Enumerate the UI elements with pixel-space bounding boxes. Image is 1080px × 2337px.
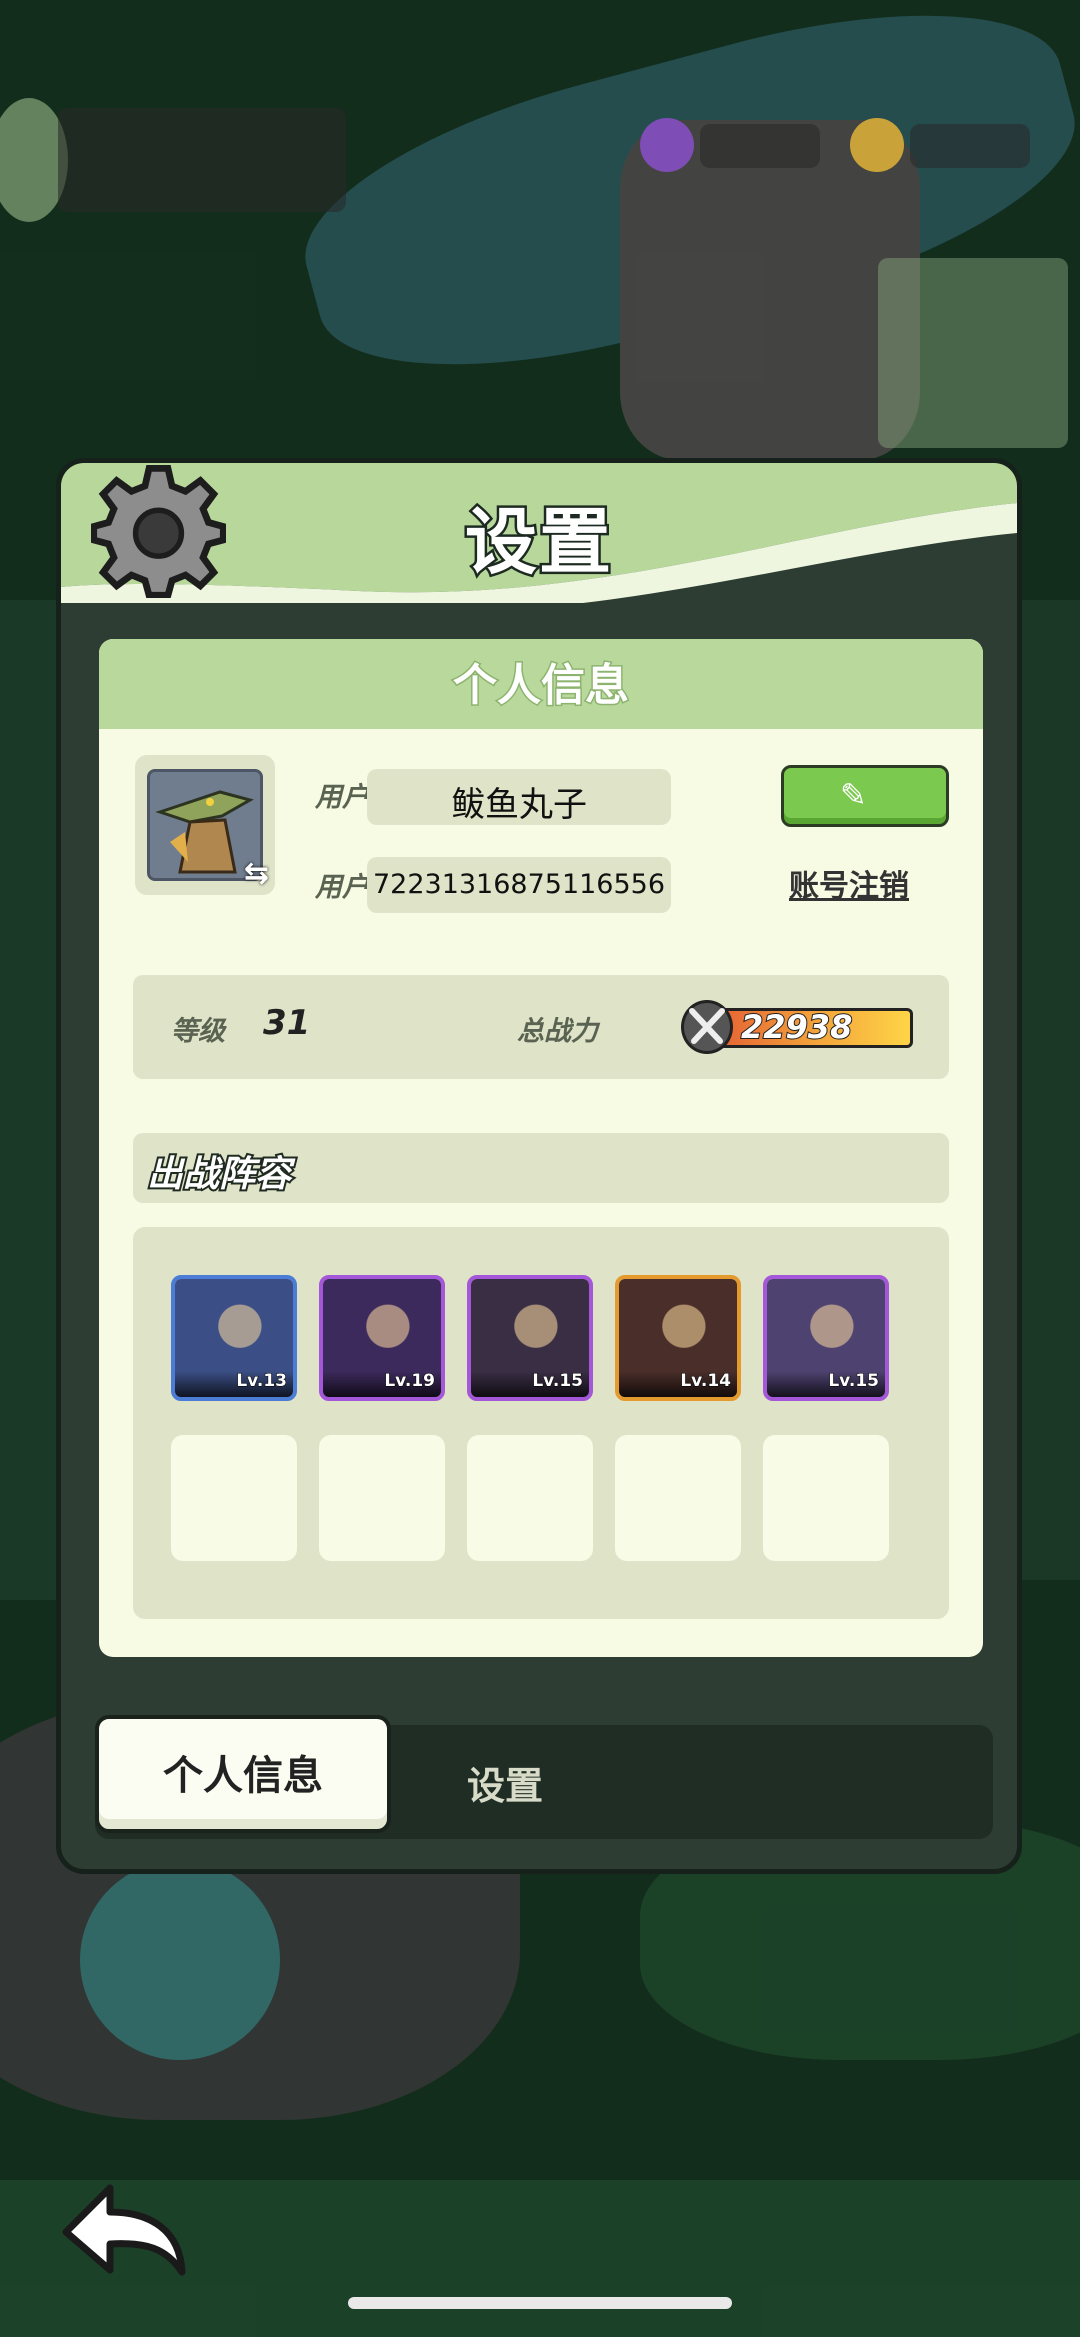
power-label: 总战力 xyxy=(517,1016,598,1047)
edit-nickname-button[interactable]: ✎ xyxy=(781,765,949,827)
nickname-field: 鲅鱼丸子 xyxy=(367,769,671,825)
team-lineup: Lv.13 Lv.19 Lv.15 Lv.14 Lv.15 xyxy=(133,1227,949,1619)
page-title: 设置 xyxy=(462,498,613,587)
hero-level: Lv.19 xyxy=(323,1371,441,1397)
player-hud-box xyxy=(58,108,346,212)
tab-bar: 个人信息 设置 xyxy=(95,1715,993,1839)
tab-profile[interactable]: 个人信息 xyxy=(95,1715,391,1833)
gem-counter xyxy=(700,124,820,168)
team-title: 出战阵容 xyxy=(145,1152,293,1197)
hero-level: Lv.13 xyxy=(175,1371,293,1397)
crossed-swords-icon xyxy=(681,1000,733,1054)
swap-avatar-icon[interactable]: ⇆ xyxy=(244,856,269,891)
user-id-value: 72231316875116556 xyxy=(372,869,666,900)
level-value: 31 xyxy=(263,1003,311,1043)
user-id-field: 72231316875116556 xyxy=(367,857,671,913)
home-indicator[interactable] xyxy=(348,2297,732,2309)
nickname-value: 鲅鱼丸子 xyxy=(451,785,587,825)
hero-slot-3[interactable]: Lv.15 xyxy=(467,1275,593,1401)
empty-slot[interactable] xyxy=(467,1435,593,1561)
profile-card-title: 个人信息 xyxy=(452,659,631,713)
settings-panel: 设置 个人信息 ⇆ 用户昵称 鲅鱼丸子 ✎ 用户 ID 7 xyxy=(56,458,1022,1874)
power-value: 22938 xyxy=(740,1007,853,1047)
tab-profile-label: 个人信息 xyxy=(163,1753,323,1799)
hero-slot-4[interactable]: Lv.14 xyxy=(615,1275,741,1401)
hero-level: Lv.15 xyxy=(471,1371,589,1397)
coin-icon xyxy=(850,118,904,172)
hero-slot-1[interactable]: Lv.13 xyxy=(171,1275,297,1401)
empty-slot[interactable] xyxy=(763,1435,889,1561)
hero-level: Lv.14 xyxy=(619,1371,737,1397)
tab-settings[interactable]: 设置 xyxy=(467,1755,543,1810)
power-badge: 22938 xyxy=(681,1000,921,1054)
hero-slot-5[interactable]: Lv.15 xyxy=(763,1275,889,1401)
pencil-icon: ✎ xyxy=(840,776,867,814)
avatar-frame[interactable]: ⇆ xyxy=(135,755,275,895)
gem-icon xyxy=(640,118,694,172)
hero-slot-2[interactable]: Lv.19 xyxy=(319,1275,445,1401)
empty-slot[interactable] xyxy=(319,1435,445,1561)
back-arrow-icon[interactable] xyxy=(58,2172,190,2282)
minimap xyxy=(878,258,1068,448)
profile-card: 个人信息 ⇆ 用户昵称 鲅鱼丸子 ✎ 用户 ID 722313168751165… xyxy=(99,639,983,1657)
cancel-account-link[interactable]: 账号注销 xyxy=(789,861,909,905)
team-header: 出战阵容 xyxy=(133,1133,949,1203)
empty-slot[interactable] xyxy=(171,1435,297,1561)
hero-level: Lv.15 xyxy=(767,1371,885,1397)
coin-counter xyxy=(910,124,1030,168)
level-label: 等级 xyxy=(171,1016,225,1047)
empty-slot[interactable] xyxy=(615,1435,741,1561)
